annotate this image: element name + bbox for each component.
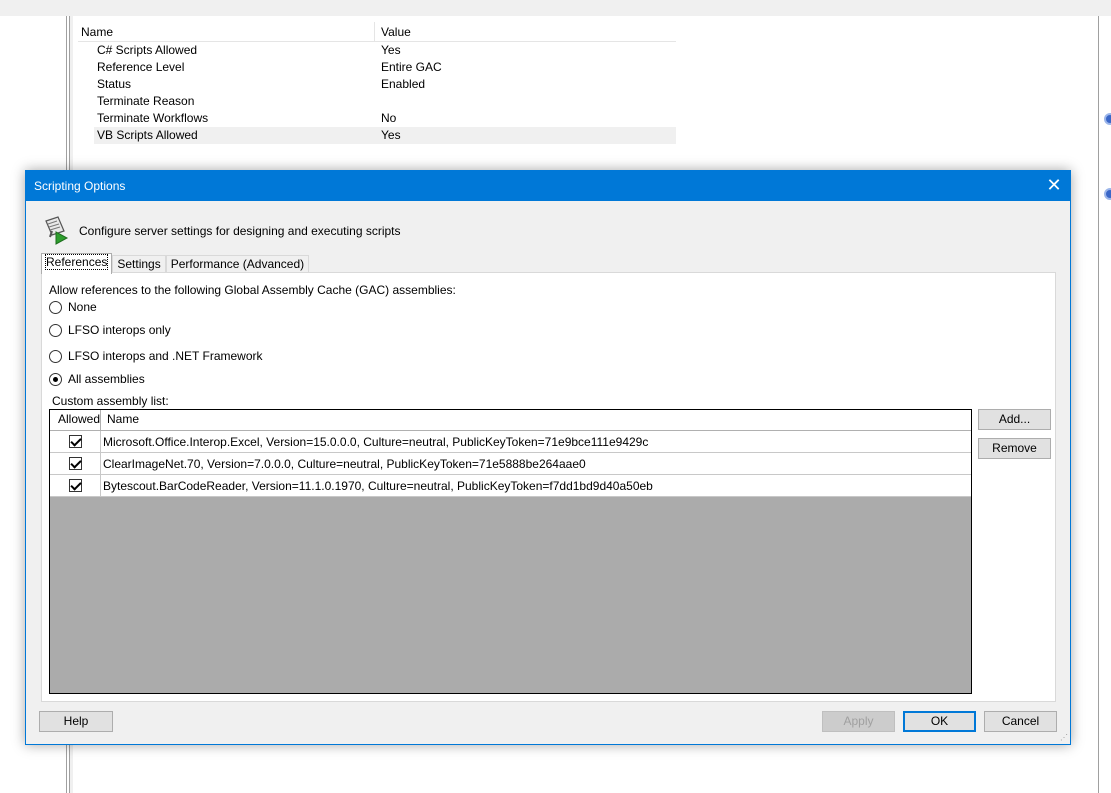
property-name: Terminate Reason xyxy=(97,94,195,108)
assembly-list-header: Allowed Name xyxy=(50,410,971,431)
tab-strip: References Settings Performance (Advance… xyxy=(41,253,310,274)
close-icon: ✕ xyxy=(1046,175,1062,195)
property-row[interactable]: Status Enabled xyxy=(78,76,676,93)
radio-label: LFSO interops only xyxy=(68,323,171,337)
ok-button[interactable]: OK xyxy=(903,711,976,732)
property-name: Reference Level xyxy=(97,60,185,74)
add-button[interactable]: Add... xyxy=(978,409,1051,430)
assembly-name[interactable]: Bytescout.BarCodeReader, Version=11.1.0.… xyxy=(101,479,653,493)
allowed-checkbox[interactable] xyxy=(68,457,82,470)
help-button[interactable]: Help xyxy=(39,711,113,732)
column-header-value[interactable]: Value xyxy=(375,22,411,41)
gac-label: Allow references to the following Global… xyxy=(49,283,456,297)
property-value: No xyxy=(381,111,397,125)
remove-button[interactable]: Remove xyxy=(978,438,1051,459)
radio-lfso-interops-only[interactable]: LFSO interops only xyxy=(49,323,171,337)
assembly-row[interactable]: ClearImageNet.70, Version=7.0.0.0, Cultu… xyxy=(50,453,971,475)
column-header-name[interactable]: Name xyxy=(78,22,375,41)
assembly-row[interactable]: Bytescout.BarCodeReader, Version=11.1.0.… xyxy=(50,475,971,497)
property-row-selected[interactable]: VB Scripts Allowed Yes xyxy=(94,127,676,144)
property-row[interactable]: Terminate Reason xyxy=(78,93,676,110)
script-settings-icon xyxy=(45,216,69,245)
property-row[interactable]: C# Scripts Allowed Yes xyxy=(78,42,676,59)
custom-assembly-label: Custom assembly list: xyxy=(52,394,169,408)
property-value: Entire GAC xyxy=(381,60,442,74)
radio-all-assemblies[interactable]: All assemblies xyxy=(49,372,145,386)
right-panel-radio-icon[interactable] xyxy=(1104,113,1111,125)
radio-label: None xyxy=(68,300,97,314)
allowed-checkbox[interactable] xyxy=(68,435,82,448)
cancel-button[interactable]: Cancel xyxy=(984,711,1057,732)
column-header-allowed[interactable]: Allowed xyxy=(50,410,101,430)
assembly-name[interactable]: ClearImageNet.70, Version=7.0.0.0, Cultu… xyxy=(101,457,586,471)
radio-label: All assemblies xyxy=(68,372,145,386)
radio-label: LFSO interops and .NET Framework xyxy=(68,349,263,363)
column-header-name[interactable]: Name xyxy=(101,410,971,430)
radio-button[interactable] xyxy=(49,349,62,363)
dialog-titlebar[interactable]: Scripting Options ✕ xyxy=(26,171,1070,201)
property-name: Terminate Workflows xyxy=(97,111,209,125)
allowed-cell xyxy=(50,431,101,452)
scripting-options-dialog: Scripting Options ✕ Configure server set… xyxy=(25,170,1071,745)
resize-grip-icon[interactable]: ⋰ xyxy=(1060,734,1068,742)
radio-button[interactable] xyxy=(49,323,62,337)
radio-button-checked[interactable] xyxy=(49,372,62,386)
property-name: VB Scripts Allowed xyxy=(97,128,198,142)
property-value: Yes xyxy=(381,43,401,57)
dialog-description: Configure server settings for designing … xyxy=(79,224,401,238)
allowed-cell xyxy=(50,453,101,474)
property-row[interactable]: Reference Level Entire GAC xyxy=(78,59,676,76)
property-value xyxy=(375,93,381,110)
assembly-name[interactable]: Microsoft.Office.Interop.Excel, Version=… xyxy=(101,435,648,449)
dialog-title: Scripting Options xyxy=(34,179,126,193)
properties-grid: Name Value C# Scripts Allowed Yes Refere… xyxy=(78,22,676,144)
property-name: C# Scripts Allowed xyxy=(97,43,198,57)
apply-button[interactable]: Apply xyxy=(822,711,895,732)
right-panel xyxy=(1098,16,1111,793)
property-row[interactable]: Terminate Workflows No xyxy=(78,110,676,127)
close-button[interactable]: ✕ xyxy=(1038,171,1070,201)
property-name: Status xyxy=(97,77,132,91)
references-panel: Allow references to the following Global… xyxy=(41,272,1056,702)
right-panel-radio-icon[interactable] xyxy=(1104,188,1111,200)
radio-button[interactable] xyxy=(49,300,62,314)
radio-none[interactable]: None xyxy=(49,300,97,314)
properties-header: Name Value xyxy=(78,22,676,42)
radio-lfso-interops-net[interactable]: LFSO interops and .NET Framework xyxy=(49,349,263,363)
tab-references[interactable]: References xyxy=(41,253,113,274)
app-top-strip xyxy=(0,0,1111,16)
custom-assembly-list[interactable]: Allowed Name Microsoft.Office.Interop.Ex… xyxy=(49,409,972,694)
tab-label: References xyxy=(44,254,109,270)
property-value: Enabled xyxy=(381,77,426,91)
property-value: Yes xyxy=(381,128,401,142)
allowed-cell xyxy=(50,475,101,496)
assembly-row[interactable]: Microsoft.Office.Interop.Excel, Version=… xyxy=(50,431,971,453)
allowed-checkbox[interactable] xyxy=(68,479,82,492)
